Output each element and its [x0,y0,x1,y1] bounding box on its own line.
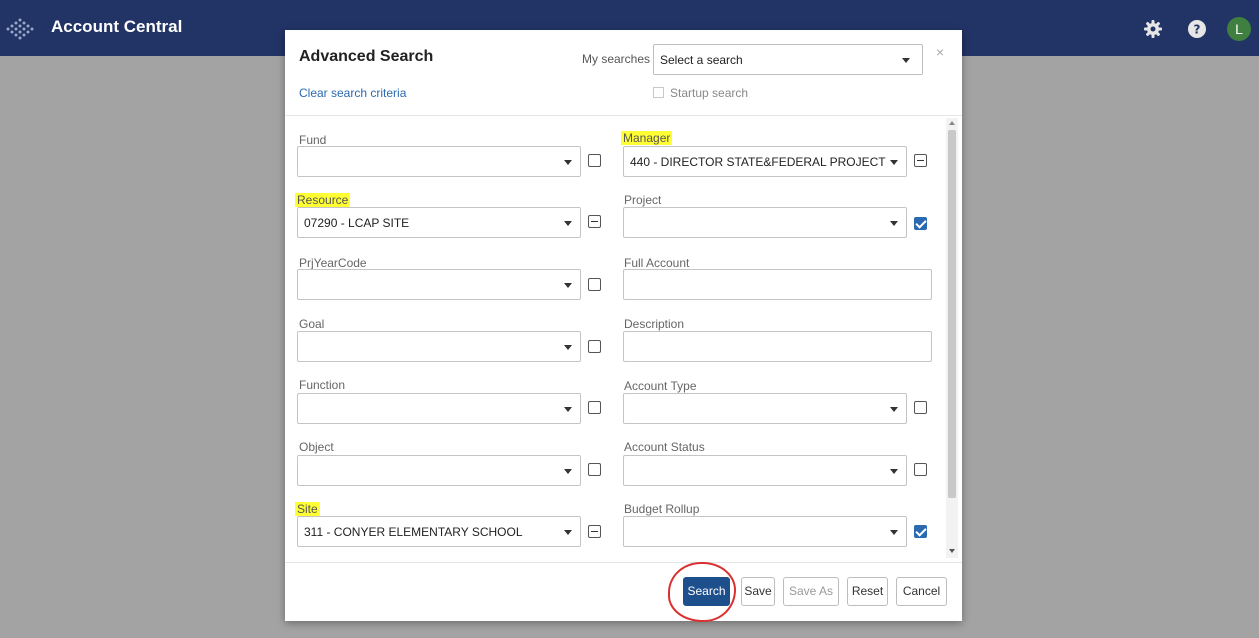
account-status-checkbox[interactable] [914,463,927,476]
my-searches-value: Select a search [660,53,743,67]
account-type-label: Account Type [624,379,697,393]
fund-checkbox[interactable] [588,154,601,167]
object-checkbox[interactable] [588,463,601,476]
resource-value: 07290 - LCAP SITE [304,216,410,230]
resource-label-text: Resource [295,193,351,207]
resource-label: Resource [295,193,351,207]
goal-combo[interactable] [297,331,581,362]
function-combo[interactable] [297,393,581,424]
scroll-down-icon[interactable] [949,549,955,553]
scroll-up-icon[interactable] [949,121,955,125]
app-title: Account Central [51,17,183,36]
manager-label: Manager [621,131,673,145]
site-value: 311 - CONYER ELEMENTARY SCHOOL [304,525,523,539]
chevron-down-icon [564,160,572,165]
site-checkbox[interactable] [588,525,601,538]
project-checkbox[interactable] [914,217,927,230]
scrollbar-thumb[interactable] [948,130,956,498]
budget-rollup-label: Budget Rollup [624,502,700,516]
chevron-down-icon [890,407,898,412]
manager-value: 440 - DIRECTOR STATE&FEDERAL PROJECT [630,155,886,169]
save-button[interactable]: Save [741,577,775,606]
chevron-down-icon [564,407,572,412]
chevron-down-icon [890,530,898,535]
my-searches-label: My searches [582,52,651,66]
chevron-down-icon [890,160,898,165]
resource-combo[interactable]: 07290 - LCAP SITE [297,207,581,238]
startup-search-checkbox[interactable] [653,87,664,98]
footer-divider [285,562,962,563]
account-type-combo[interactable] [623,393,907,424]
fund-label: Fund [299,133,327,147]
goal-checkbox[interactable] [588,340,601,353]
fund-combo[interactable] [297,146,581,177]
manager-combo[interactable]: 440 - DIRECTOR STATE&FEDERAL PROJECT [623,146,907,177]
account-status-label: Account Status [624,440,705,454]
budget-rollup-checkbox[interactable] [914,525,927,538]
resource-checkbox[interactable] [588,215,601,228]
svg-text:?: ? [1194,23,1201,37]
startup-search-label: Startup search [670,86,749,100]
site-label: Site [295,502,320,516]
manager-checkbox[interactable] [914,154,927,167]
close-icon[interactable]: × [936,44,944,60]
chevron-down-icon [564,469,572,474]
prjyearcode-checkbox[interactable] [588,278,601,291]
project-combo[interactable] [623,207,907,238]
dialog-title: Advanced Search [299,48,434,65]
prjyearcode-combo[interactable] [297,269,581,300]
full-account-label: Full Account [624,256,690,270]
function-checkbox[interactable] [588,401,601,414]
manager-label-text: Manager [621,131,673,145]
save-as-button[interactable]: Save As [783,577,839,606]
cancel-button[interactable]: Cancel [896,577,947,606]
budget-rollup-combo[interactable] [623,516,907,547]
chevron-down-icon [564,345,572,350]
annotation-circle [668,562,736,622]
object-label: Object [299,440,334,454]
site-combo[interactable]: 311 - CONYER ELEMENTARY SCHOOL [297,516,581,547]
advanced-search-dialog: Advanced Search Clear search criteria My… [285,30,962,622]
gear-icon[interactable] [1142,18,1164,40]
clear-search-criteria-link[interactable]: Clear search criteria [299,86,406,100]
project-label: Project [624,193,662,207]
account-type-checkbox[interactable] [914,401,927,414]
function-label: Function [299,378,346,392]
full-account-input[interactable] [623,269,932,300]
description-input[interactable] [623,331,932,362]
chevron-down-icon [890,469,898,474]
header-divider [285,115,962,116]
chevron-down-icon [564,530,572,535]
goal-label: Goal [299,317,325,331]
prjyearcode-label: PrjYearCode [299,256,367,270]
object-combo[interactable] [297,455,581,486]
user-avatar[interactable]: L [1227,17,1251,41]
account-status-combo[interactable] [623,455,907,486]
logo-icon[interactable] [6,18,34,40]
chevron-down-icon [890,221,898,226]
help-icon[interactable]: ? [1186,18,1208,40]
description-label: Description [624,317,685,331]
my-searches-select[interactable]: Select a search [653,44,923,75]
chevron-down-icon [902,58,910,63]
chevron-down-icon [564,221,572,226]
reset-button[interactable]: Reset [847,577,888,606]
site-label-text: Site [295,502,320,516]
chevron-down-icon [564,283,572,288]
